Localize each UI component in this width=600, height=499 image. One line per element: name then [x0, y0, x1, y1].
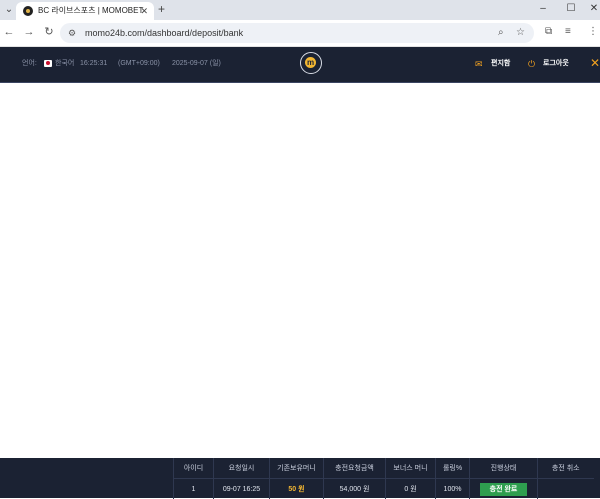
- header-close-icon[interactable]: ✕: [590, 56, 600, 70]
- address-bar[interactable]: ⚙ momo24b.com/dashboard/deposit/bank ⌕ ☆: [60, 23, 534, 43]
- logo-letter: m: [305, 57, 316, 68]
- column-header: 진행상태: [470, 458, 538, 479]
- deposit-history-table-wrap: 아이디 요청일시 기존보유머니 충전요청금액 보너스 머니 롤링% 진행상태 충…: [173, 458, 593, 498]
- site-settings-icon[interactable]: ⚙: [68, 26, 76, 40]
- timezone: (GMT+09:00): [118, 59, 160, 69]
- logout-link[interactable]: 로그아웃: [543, 59, 569, 69]
- bookmark-star-icon[interactable]: ☆: [516, 26, 525, 40]
- korea-flag-icon: [44, 60, 52, 67]
- browser-tab-strip: ⌄ BC 라이브스포츠 | MOMOBET ✕ + – ☐ ✕: [0, 0, 600, 20]
- status-badge: 충전 완료: [480, 483, 528, 496]
- tab-close-icon[interactable]: ✕: [140, 5, 148, 17]
- site-favicon-icon: [23, 6, 33, 16]
- deposit-history-table: 아이디 요청일시 기존보유머니 충전요청금액 보너스 머니 롤링% 진행상태 충…: [173, 458, 594, 499]
- table-row: 1 09-07 16:25 50 원 54,000 원 0 원 100% 충전 …: [174, 479, 594, 499]
- column-header: 아이디: [174, 458, 214, 479]
- forward-arrow-icon[interactable]: →: [22, 25, 36, 39]
- reload-icon[interactable]: ↻: [42, 25, 56, 39]
- cell-bonus: 0 원: [386, 479, 436, 499]
- language-selector[interactable]: 한국어: [55, 59, 74, 69]
- power-icon[interactable]: ⏻: [528, 58, 535, 70]
- site-logo[interactable]: m: [300, 52, 322, 74]
- url-text[interactable]: momo24b.com/dashboard/deposit/bank: [85, 26, 243, 40]
- deposit-history-panel: 아이디 요청일시 기존보유머니 충전요청금액 보너스 머니 롤링% 진행상태 충…: [0, 458, 600, 498]
- menu-dots-icon[interactable]: ⋮: [588, 25, 598, 39]
- cell-requested-amount: 54,000 원: [324, 479, 386, 499]
- tab-title: BC 라이브스포츠 | MOMOBET: [38, 5, 143, 17]
- window-close-button[interactable]: ✕: [586, 1, 600, 17]
- main-content: [0, 83, 600, 458]
- mail-icon[interactable]: ✉: [475, 58, 483, 70]
- table-header-row: 아이디 요청일시 기존보유머니 충전요청금액 보너스 머니 롤링% 진행상태 충…: [174, 458, 594, 479]
- mailbox-link[interactable]: 편지함: [491, 59, 510, 69]
- minimize-button[interactable]: –: [535, 1, 551, 17]
- column-header: 충전 취소: [538, 458, 594, 479]
- current-date: 2025-09-07 (일): [172, 59, 221, 69]
- cell-id: 1: [174, 479, 214, 499]
- cell-cancel: [538, 479, 594, 499]
- browser-tab[interactable]: BC 라이브스포츠 | MOMOBET ✕: [16, 2, 154, 20]
- cell-status: 충전 완료: [470, 479, 538, 499]
- column-header: 충전요청금액: [324, 458, 386, 479]
- site-header: 언어: 한국어 16:25:31 (GMT+09:00) 2025-09-07 …: [0, 47, 600, 83]
- column-header: 롤링%: [436, 458, 470, 479]
- back-arrow-icon[interactable]: ←: [2, 25, 16, 39]
- extensions-icon[interactable]: ⧉: [545, 25, 552, 39]
- cell-rolling: 100%: [436, 479, 470, 499]
- new-tab-button[interactable]: +: [158, 2, 165, 16]
- maximize-button[interactable]: ☐: [563, 1, 579, 17]
- column-header: 기존보유머니: [270, 458, 324, 479]
- language-label: 언어:: [22, 59, 37, 69]
- current-time: 16:25:31: [80, 59, 107, 69]
- browser-toolbar: ← → ↻ ⚙ momo24b.com/dashboard/deposit/ba…: [0, 20, 600, 47]
- cell-existing-balance: 50 원: [270, 479, 324, 499]
- zoom-icon[interactable]: ⌕: [498, 26, 504, 40]
- reading-list-icon[interactable]: ≡: [565, 25, 571, 39]
- column-header: 보너스 머니: [386, 458, 436, 479]
- cell-requested-at: 09-07 16:25: [214, 479, 270, 499]
- tab-search-chevron-icon[interactable]: ⌄: [2, 3, 16, 17]
- column-header: 요청일시: [214, 458, 270, 479]
